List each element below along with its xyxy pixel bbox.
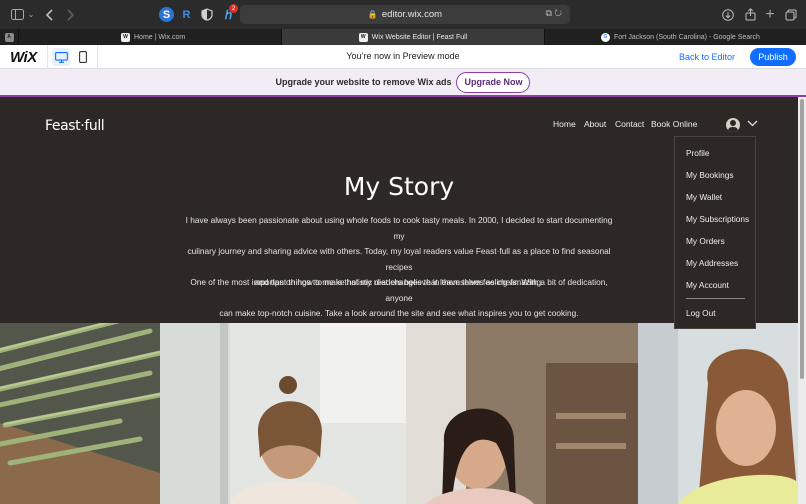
tab-bar: A W Home | Wix.com W Wix Website Editor … <box>0 29 806 45</box>
nav-contact[interactable]: Contact <box>615 119 644 129</box>
tab-label: Home | Wix.com <box>134 33 186 41</box>
menu-item-log-out[interactable]: Log Out <box>686 308 716 318</box>
address-bar[interactable]: 🔒 editor.wix.com ⧉ ↻ <box>240 5 570 24</box>
tab-label: Wix Website Editor | Feast Full <box>371 33 468 41</box>
wix-favicon-icon: W <box>121 32 130 42</box>
new-tab-plus-icon[interactable]: + <box>763 6 777 23</box>
google-favicon-icon: G <box>601 32 610 42</box>
download-icon[interactable] <box>721 6 735 23</box>
photo-strip <box>0 323 798 504</box>
browser-toolbar: ⌄ S R ℎ 2 🔒 editor.wix.com ⧉ ↻ + <box>0 0 806 29</box>
tab-google-search[interactable]: G Fort Jackson (South Carolina) - Google… <box>545 29 806 45</box>
forward-arrow-icon[interactable] <box>64 6 76 23</box>
url-text: editor.wix.com <box>381 9 443 20</box>
site-page: Feast·full Home About Contact Book Onlin… <box>0 97 798 504</box>
menu-item-my-addresses[interactable]: My Addresses <box>686 258 738 268</box>
menu-item-my-wallet[interactable]: My Wallet <box>686 192 722 202</box>
paragraph-line: One of the most important things to me i… <box>190 277 608 303</box>
wix-preview-bar: WiX You’re now in Preview mode Back to E… <box>0 45 806 69</box>
menu-divider <box>686 298 745 299</box>
asparagus-photo <box>0 323 160 504</box>
nav-about[interactable]: About <box>584 119 606 129</box>
tab-label: Fort Jackson (South Carolina) - Google S… <box>614 33 760 41</box>
menu-item-my-bookings[interactable]: My Bookings <box>686 170 734 180</box>
site-logo[interactable]: Feast·full <box>45 118 105 134</box>
scrollbar-thumb[interactable] <box>800 99 804 379</box>
sidebar-toggle-icon[interactable] <box>10 6 24 23</box>
upgrade-banner: Upgrade your website to remove Wix ads U… <box>0 69 806 95</box>
back-arrow-icon[interactable] <box>44 6 56 23</box>
paragraph-line: culinary journey and sharing advice with… <box>187 246 611 272</box>
tab-group-indicator[interactable]: A <box>0 29 19 45</box>
account-dropdown-menu: Profile My Bookings My Wallet My Subscri… <box>674 136 756 329</box>
nav-home[interactable]: Home <box>553 119 576 129</box>
menu-item-my-subscriptions[interactable]: My Subscriptions <box>686 214 749 224</box>
translate-and-reload-icons[interactable]: ⧉ ↻ <box>545 8 562 19</box>
menu-item-my-account[interactable]: My Account <box>686 280 729 290</box>
upgrade-message: Upgrade your website to remove Wix ads <box>275 77 452 87</box>
user-avatar-icon[interactable] <box>726 118 740 132</box>
menu-item-profile[interactable]: Profile <box>686 148 710 158</box>
nav-book-online[interactable]: Book Online <box>651 119 697 129</box>
tab-wix-editor[interactable]: W Wix Website Editor | Feast Full <box>282 29 545 45</box>
paragraph-line: I have always been passionate about usin… <box>185 215 613 241</box>
tab-group-letter: A <box>4 32 14 42</box>
upgrade-now-button[interactable]: Upgrade Now <box>456 71 531 93</box>
story-paragraph-2: One of the most important things to me i… <box>180 275 618 322</box>
shield-icon[interactable] <box>199 7 214 22</box>
tab-wix-home[interactable]: W Home | Wix.com <box>19 29 282 45</box>
extension-r-icon[interactable]: R <box>179 7 194 22</box>
chevron-down-icon[interactable]: ⌄ <box>27 6 35 23</box>
paragraph-line: can make top-notch cuisine. Take a look … <box>219 308 579 319</box>
woman-smiling-photo <box>638 323 798 504</box>
tab-overview-icon[interactable] <box>784 6 798 23</box>
notification-badge: 2 <box>229 4 238 13</box>
publish-button[interactable]: Publish <box>750 48 796 66</box>
extension-s-icon[interactable]: S <box>159 7 174 22</box>
menu-item-my-orders[interactable]: My Orders <box>686 236 725 246</box>
back-to-editor-link[interactable]: Back to Editor <box>679 52 735 62</box>
share-icon[interactable] <box>743 6 757 23</box>
woman-laughing-photo <box>160 323 406 504</box>
woman-eating-photo <box>406 323 638 504</box>
chevron-down-icon[interactable] <box>747 119 758 128</box>
wix-favicon-icon: W <box>358 32 368 42</box>
lock-icon: 🔒 <box>367 10 378 19</box>
